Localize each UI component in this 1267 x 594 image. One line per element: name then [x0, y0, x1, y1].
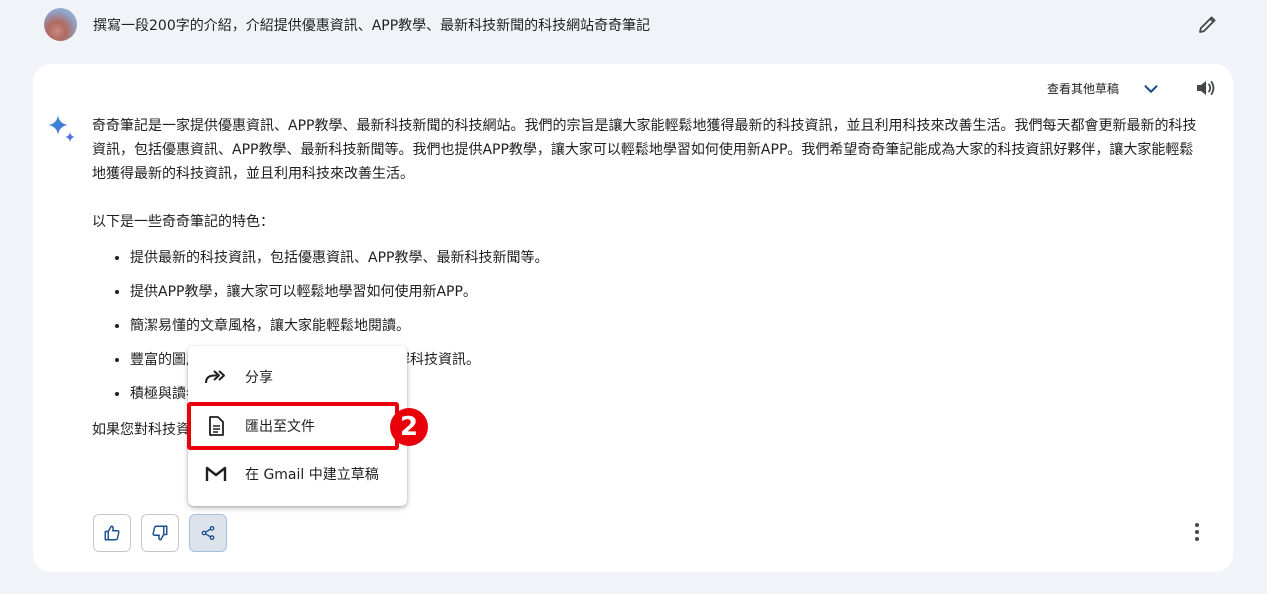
thumbs-down-icon	[152, 525, 168, 541]
list-item: 提供最新的科技資訊，包括優惠資訊、APP教學、最新科技新聞等。	[130, 246, 1202, 270]
menu-item-label: 在 Gmail 中建立草稿	[245, 467, 379, 483]
share-icon	[201, 525, 215, 541]
menu-item-label: 匯出至文件	[245, 419, 315, 435]
menu-item-share[interactable]: 分享	[188, 353, 407, 401]
gemini-sparkle-icon	[48, 115, 75, 142]
share-button[interactable]	[189, 514, 227, 552]
menu-item-label: 分享	[245, 370, 273, 386]
menu-item-gmail-draft[interactable]: 在 Gmail 中建立草稿	[188, 450, 407, 498]
more-options-icon[interactable]	[1185, 520, 1209, 544]
menu-item-export-docs[interactable]: 匯出至文件	[188, 402, 407, 450]
avatar[interactable]	[44, 8, 77, 41]
response-paragraph: 奇奇筆記是一家提供優惠資訊、APP教學、最新科技新聞的科技網站。我們的宗旨是讓大…	[92, 118, 1197, 182]
thumbs-up-icon	[104, 525, 120, 541]
edit-pencil-icon[interactable]	[1196, 12, 1220, 36]
share-arrow-icon	[205, 370, 225, 384]
speaker-icon[interactable]	[1193, 76, 1217, 100]
features-intro: 以下是一些奇奇筆記的特色：	[92, 214, 274, 230]
user-prompt-row: 撰寫一段200字的介紹，介紹提供優惠資訊、APP教學、最新科技新聞的科技網站奇奇…	[44, 6, 1224, 42]
view-drafts-button[interactable]: 查看其他草稿	[1047, 80, 1119, 97]
document-icon	[209, 416, 224, 436]
thumbs-down-button[interactable]	[141, 514, 179, 552]
thumbs-up-button[interactable]	[93, 514, 131, 552]
list-item: 提供APP教學，讓大家可以輕鬆地學習如何使用新APP。	[130, 280, 1202, 304]
step-badge: 2	[390, 408, 428, 446]
share-menu: 分享 匯出至文件 在 Gmail 中建立草稿	[188, 346, 407, 506]
list-item: 簡潔易懂的文章風格，讓大家能輕鬆地閱讀。	[130, 314, 1202, 338]
gmail-icon	[205, 466, 227, 481]
chevron-down-icon[interactable]	[1140, 78, 1162, 100]
prompt-text: 撰寫一段200字的介紹，介紹提供優惠資訊、APP教學、最新科技新聞的科技網站奇奇…	[93, 18, 651, 34]
